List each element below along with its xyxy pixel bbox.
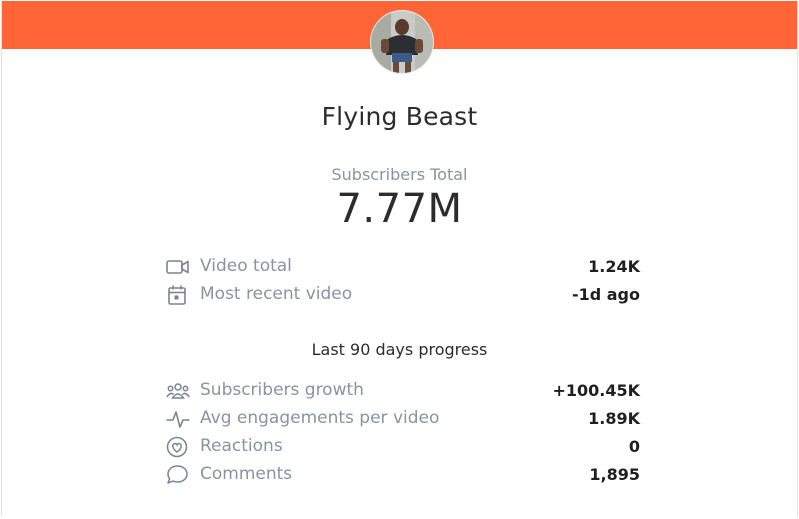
- stat-label: Video total: [200, 256, 292, 276]
- users-group-icon: [166, 380, 190, 402]
- stat-value: 1.89K: [588, 409, 640, 428]
- avatar-photo: [371, 11, 433, 73]
- activity-pulse-icon: [166, 408, 190, 430]
- stat-row-avg-engagements: Avg engagements per video 1.89K: [166, 407, 640, 431]
- progress-section-title: Last 90 days progress: [311, 340, 488, 359]
- stat-label: Most recent video: [200, 284, 353, 304]
- stat-label: Comments: [200, 464, 293, 484]
- stat-row-subscribers-growth: Subscribers growth +100.45K: [166, 379, 640, 403]
- stat-label: Reactions: [200, 436, 283, 456]
- stat-row-reactions: Reactions 0: [166, 435, 640, 459]
- stat-value: 1.24K: [588, 257, 640, 276]
- channel-stats-card: Flying Beast Subscribers Total 7.77M Vid…: [1, 1, 798, 517]
- stat-label: Avg engagements per video: [200, 408, 440, 428]
- stat-row-comments: Comments 1,895: [166, 463, 640, 487]
- comment-bubble-icon: [166, 464, 190, 486]
- avatar[interactable]: [371, 11, 433, 73]
- video-camera-icon: [166, 256, 190, 278]
- stat-value: +100.45K: [552, 381, 640, 400]
- stat-value: -1d ago: [571, 285, 640, 304]
- stat-value: 0: [628, 437, 640, 456]
- channel-name: Flying Beast: [321, 102, 478, 131]
- stat-label: Subscribers growth: [200, 380, 364, 400]
- subscribers-total-label: Subscribers Total: [331, 165, 468, 184]
- stat-row-most-recent-video: Most recent video -1d ago: [166, 283, 640, 307]
- calendar-icon: [166, 284, 190, 306]
- stat-value: 1,895: [589, 465, 640, 484]
- heart-circle-icon: [166, 436, 190, 458]
- stat-row-video-total: Video total 1.24K: [166, 255, 640, 279]
- subscribers-total-value: 7.77M: [336, 186, 463, 232]
